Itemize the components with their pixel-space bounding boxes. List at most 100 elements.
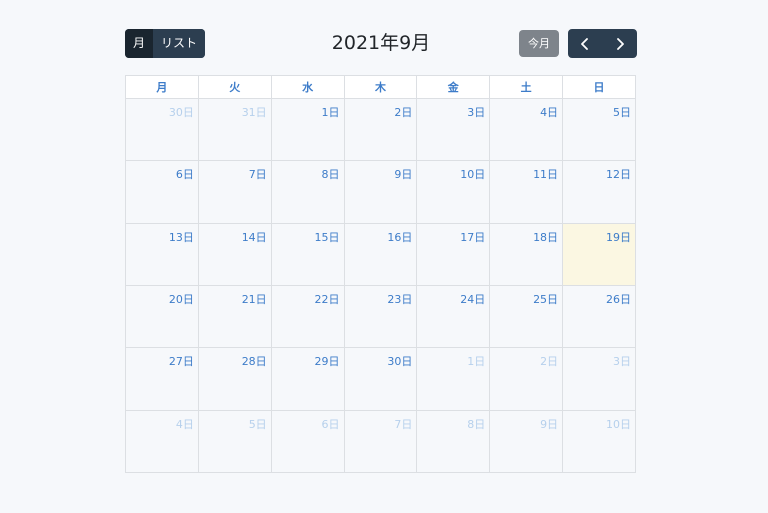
day-cell[interactable]: 9日	[489, 409, 564, 474]
day-cell[interactable]: 29日	[270, 347, 345, 411]
chevron-left-icon	[581, 37, 589, 50]
day-number[interactable]: 22日	[315, 286, 344, 307]
day-number[interactable]: 26日	[606, 286, 635, 307]
day-cell[interactable]: 8日	[270, 160, 345, 224]
day-cell[interactable]: 4日	[125, 409, 199, 474]
day-number[interactable]: 8日	[322, 161, 344, 182]
day-number[interactable]: 20日	[169, 286, 198, 307]
day-cell[interactable]: 2日	[489, 347, 564, 411]
day-number[interactable]: 28日	[242, 348, 271, 369]
day-cell[interactable]: 2日	[343, 97, 418, 162]
day-number[interactable]: 4日	[540, 99, 562, 120]
day-number[interactable]: 23日	[387, 286, 416, 307]
month-view-button[interactable]: 月	[125, 29, 154, 58]
day-number[interactable]: 5日	[249, 411, 271, 432]
day-cell[interactable]: 7日	[197, 160, 272, 224]
day-cell[interactable]: 7日	[343, 409, 418, 474]
day-number[interactable]: 19日	[606, 224, 635, 245]
day-number[interactable]: 24日	[460, 286, 489, 307]
today-button[interactable]: 今月	[519, 30, 559, 57]
day-cell[interactable]: 16日	[343, 222, 418, 286]
weekday-header: 日	[562, 75, 636, 99]
day-cell[interactable]: 15日	[270, 222, 345, 286]
weekday-header: 月	[125, 75, 199, 99]
day-cell[interactable]: 11日	[489, 160, 564, 224]
list-view-button[interactable]: リスト	[153, 29, 206, 58]
weekday-header-row: 月 火 水 木 金 土 日	[125, 75, 636, 99]
day-cell[interactable]: 3日	[416, 97, 491, 162]
day-number[interactable]: 25日	[533, 286, 562, 307]
day-cell[interactable]: 30日	[343, 347, 418, 411]
day-number[interactable]: 6日	[176, 161, 198, 182]
day-number[interactable]: 3日	[467, 99, 489, 120]
day-cell[interactable]: 31日	[197, 97, 272, 162]
day-number[interactable]: 7日	[249, 161, 271, 182]
day-number[interactable]: 3日	[613, 348, 635, 369]
day-cell[interactable]: 10日	[416, 160, 491, 224]
prev-month-button[interactable]	[568, 29, 603, 58]
day-number[interactable]: 2日	[540, 348, 562, 369]
day-cell[interactable]: 10日	[562, 409, 636, 474]
day-number[interactable]: 31日	[242, 99, 271, 120]
day-number[interactable]: 14日	[242, 224, 271, 245]
day-number[interactable]: 7日	[394, 411, 416, 432]
day-cell[interactable]: 9日	[343, 160, 418, 224]
day-cell[interactable]: 18日	[489, 222, 564, 286]
day-cell[interactable]: 5日	[197, 409, 272, 474]
day-cell[interactable]: 13日	[125, 222, 199, 286]
day-number[interactable]: 1日	[322, 99, 344, 120]
day-cell[interactable]: 27日	[125, 347, 199, 411]
day-number[interactable]: 30日	[169, 99, 198, 120]
day-number[interactable]: 15日	[315, 224, 344, 245]
day-cell[interactable]: 6日	[125, 160, 199, 224]
day-number[interactable]: 5日	[613, 99, 635, 120]
day-cell[interactable]: 14日	[197, 222, 272, 286]
day-number[interactable]: 16日	[387, 224, 416, 245]
day-cell[interactable]: 28日	[197, 347, 272, 411]
day-number[interactable]: 21日	[242, 286, 271, 307]
week-row: 13日 14日 15日 16日 17日 18日 19日	[125, 222, 636, 286]
day-number[interactable]: 2日	[394, 99, 416, 120]
day-number[interactable]: 13日	[169, 224, 198, 245]
next-month-button[interactable]	[603, 29, 638, 58]
day-cell[interactable]: 24日	[416, 284, 491, 349]
day-number[interactable]: 27日	[169, 348, 198, 369]
day-cell[interactable]: 1日	[270, 97, 345, 162]
day-number[interactable]: 9日	[540, 411, 562, 432]
day-number[interactable]: 6日	[322, 411, 344, 432]
day-number[interactable]: 10日	[606, 411, 635, 432]
day-number[interactable]: 1日	[467, 348, 489, 369]
day-cell[interactable]: 25日	[489, 284, 564, 349]
weekday-header: 木	[343, 75, 418, 99]
day-cell[interactable]: 20日	[125, 284, 199, 349]
day-number[interactable]: 4日	[176, 411, 198, 432]
day-number[interactable]: 29日	[315, 348, 344, 369]
day-number[interactable]: 11日	[533, 161, 562, 182]
day-number[interactable]: 10日	[460, 161, 489, 182]
day-cell[interactable]: 6日	[270, 409, 345, 474]
day-cell[interactable]: 17日	[416, 222, 491, 286]
view-switcher: 月 リスト	[125, 29, 206, 58]
day-cell[interactable]: 1日	[416, 347, 491, 411]
day-cell[interactable]: 23日	[343, 284, 418, 349]
day-number[interactable]: 8日	[467, 411, 489, 432]
week-row: 27日 28日 29日 30日 1日 2日 3日	[125, 347, 636, 411]
day-cell[interactable]: 5日	[562, 97, 636, 162]
day-cell[interactable]: 26日	[562, 284, 636, 349]
day-cell-today[interactable]: 19日	[562, 222, 636, 286]
day-cell[interactable]: 12日	[562, 160, 636, 224]
day-number[interactable]: 18日	[533, 224, 562, 245]
day-cell[interactable]: 8日	[416, 409, 491, 474]
day-number[interactable]: 9日	[394, 161, 416, 182]
day-cell[interactable]: 22日	[270, 284, 345, 349]
day-cell[interactable]: 4日	[489, 97, 564, 162]
day-number[interactable]: 17日	[460, 224, 489, 245]
day-cell[interactable]: 3日	[562, 347, 636, 411]
day-cell[interactable]: 21日	[197, 284, 272, 349]
week-row: 20日 21日 22日 23日 24日 25日 26日	[125, 284, 636, 349]
week-row: 30日 31日 1日 2日 3日 4日 5日	[125, 97, 636, 162]
month-grid: 月 火 水 木 金 土 日 30日 31日 1日 2日 3日 4日 5日 6日 7日 8日 9日 10…	[125, 75, 636, 474]
day-number[interactable]: 12日	[606, 161, 635, 182]
day-number[interactable]: 30日	[387, 348, 416, 369]
day-cell[interactable]: 30日	[125, 97, 199, 162]
